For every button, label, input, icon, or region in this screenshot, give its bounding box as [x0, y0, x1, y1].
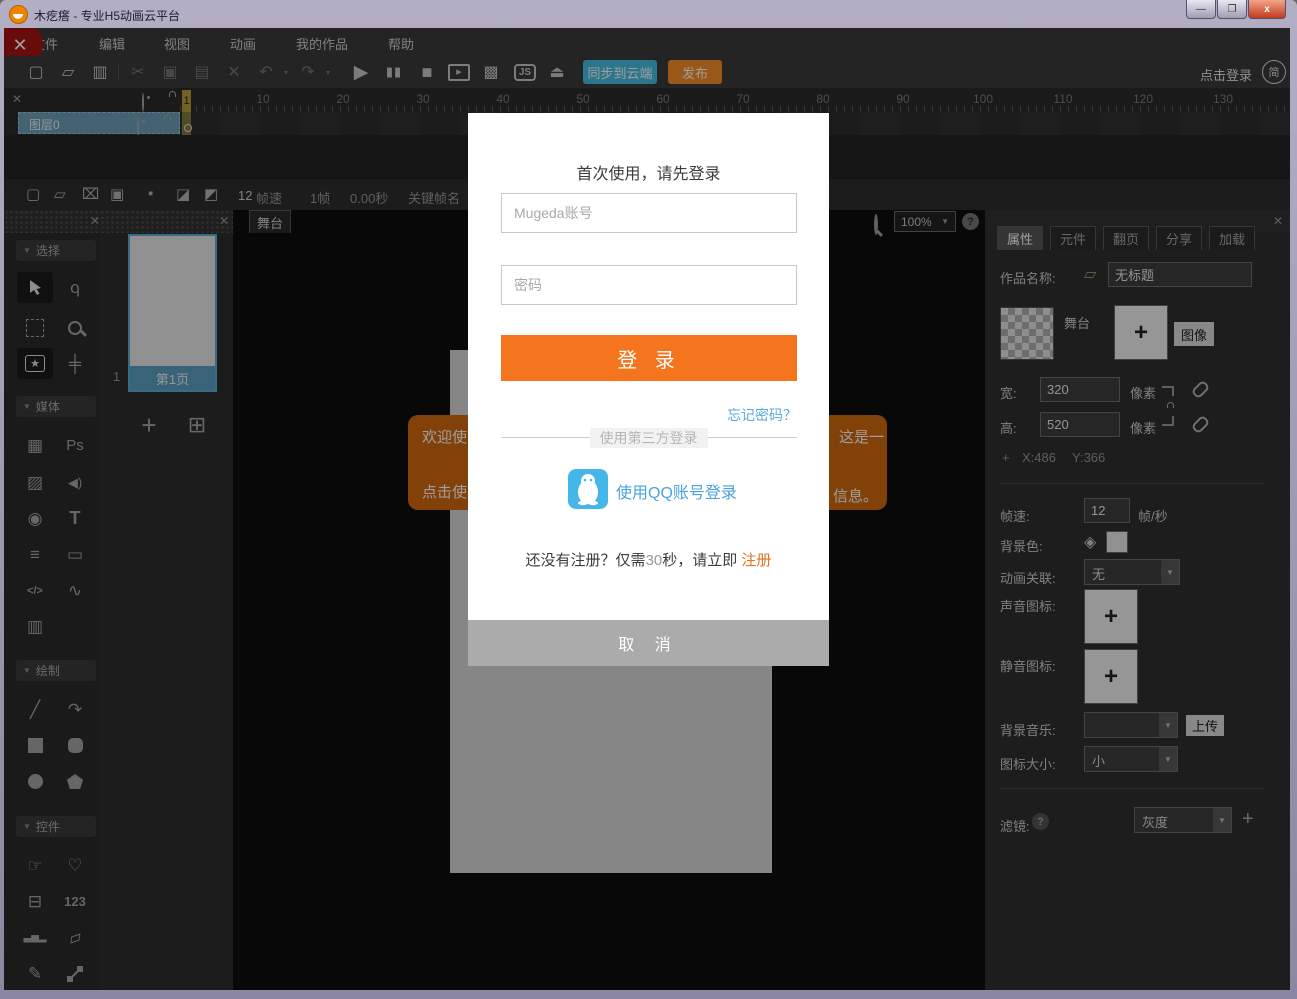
qq-login-link[interactable]: 使用QQ账号登录 [616, 479, 737, 503]
register-line: 还没有注册？仅需30秒，请立即 注册 [468, 549, 829, 570]
qq-icon[interactable] [568, 469, 608, 509]
forgot-password-link[interactable]: 忘记密码？ [727, 405, 797, 425]
minimize-button[interactable]: — [1186, 0, 1216, 19]
dialog-title: 首次使用，请先登录 [468, 160, 829, 184]
window-border-bottom [0, 990, 1297, 999]
register-link[interactable]: 注册 [741, 552, 771, 569]
app-window: 木疙瘩 - 专业H5动画云平台 — ❐ x 文件 编辑 视图 动画 我的作品 帮… [0, 0, 1297, 999]
third-party-label: 使用第三方登录 [590, 428, 708, 448]
register-seconds: 30 [646, 552, 663, 569]
client-area: 文件 编辑 视图 动画 我的作品 帮助 ✕ ▢ ▱ ▥ ✂ ▣ ▤ ✕ ↶ ▾ … [4, 28, 1290, 990]
maximize-button[interactable]: ❐ [1217, 0, 1247, 19]
login-dialog: 首次使用，请先登录 登 录 忘记密码？ 使用第三方登录 使用QQ账号登录 还没有… [468, 113, 829, 666]
login-button[interactable]: 登 录 [501, 335, 797, 381]
close-button[interactable]: x [1248, 0, 1286, 19]
maximize-icon: ❐ [1228, 4, 1237, 15]
third-party-label-wrap: 使用第三方登录 [468, 428, 829, 448]
register-text: 秒，请立即 [662, 552, 741, 569]
title-bar: 木疙瘩 - 专业H5动画云平台 — ❐ x [0, 0, 1297, 28]
close-icon: x [1264, 4, 1270, 15]
password-input[interactable] [501, 265, 797, 305]
register-text: 还没有注册？仅需 [526, 552, 646, 569]
window-border-right [1290, 28, 1297, 999]
account-input[interactable] [501, 193, 797, 233]
app-logo-icon [9, 5, 28, 24]
window-title: 木疙瘩 - 专业H5动画云平台 [34, 7, 180, 24]
cancel-button[interactable]: 取 消 [468, 620, 829, 666]
minimize-icon: — [1196, 4, 1206, 15]
